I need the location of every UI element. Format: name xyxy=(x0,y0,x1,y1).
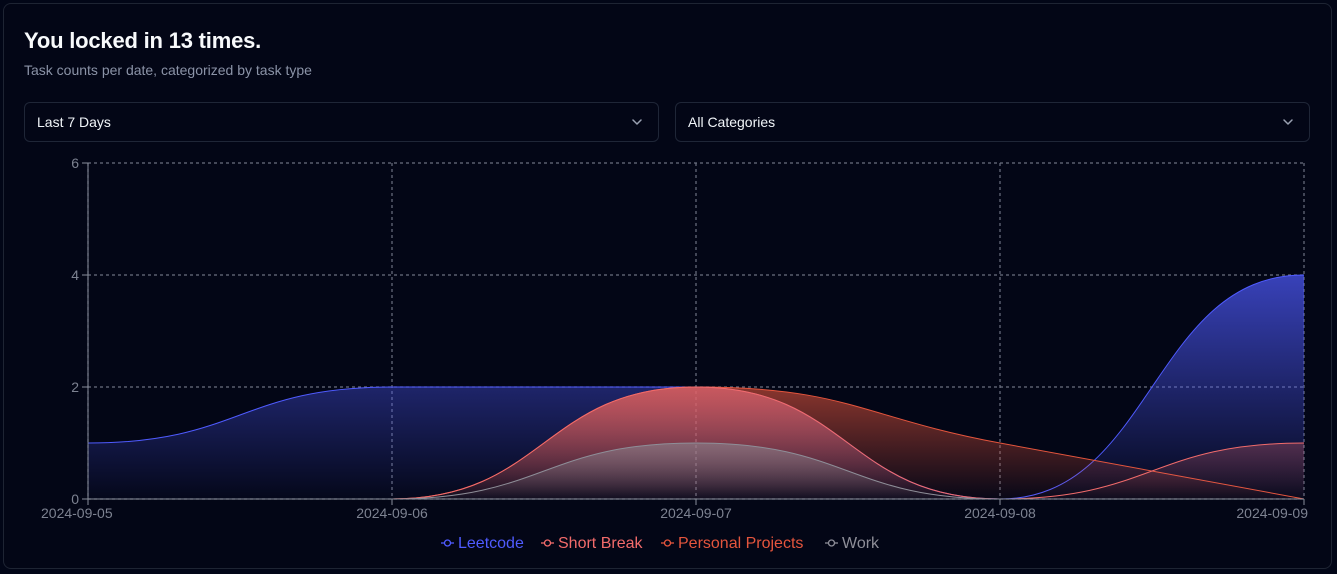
legend-swatch-dot xyxy=(663,539,672,547)
x-tick-label: 2024-09-07 xyxy=(660,505,732,521)
y-tick-label: 4 xyxy=(71,267,79,283)
x-tick-label: 2024-09-09 xyxy=(1236,505,1308,521)
legend-label: Leetcode xyxy=(458,535,524,552)
legend-item-leetcode[interactable]: Leetcode xyxy=(441,535,524,552)
y-tick-label: 6 xyxy=(71,155,79,171)
task-area-chart: 02462024-09-05 2024-09-06 2024-09-07 2024-0… xyxy=(41,155,1308,552)
x-tick-label: 2024-09-06 xyxy=(356,505,428,521)
y-tick-label: 2 xyxy=(71,379,79,395)
legend-item-work[interactable]: Work xyxy=(825,535,880,552)
x-tick-label: 2024-09-05 xyxy=(41,505,113,521)
chart-legend[interactable]: Leetcode Short Break Personal Projects Work xyxy=(441,535,880,552)
legend-label: Short Break xyxy=(558,535,643,552)
legend-label: Work xyxy=(842,535,880,552)
x-tick-label: 2024-09-08 xyxy=(964,505,1036,521)
legend-item-short-break[interactable]: Short Break xyxy=(541,535,643,552)
legend-swatch-dot xyxy=(443,539,452,547)
legend-label: Personal Projects xyxy=(678,535,803,552)
legend-swatch-dot xyxy=(827,539,836,547)
legend-item-personal-projects[interactable]: Personal Projects xyxy=(661,535,803,552)
legend-swatch-dot xyxy=(543,539,552,547)
